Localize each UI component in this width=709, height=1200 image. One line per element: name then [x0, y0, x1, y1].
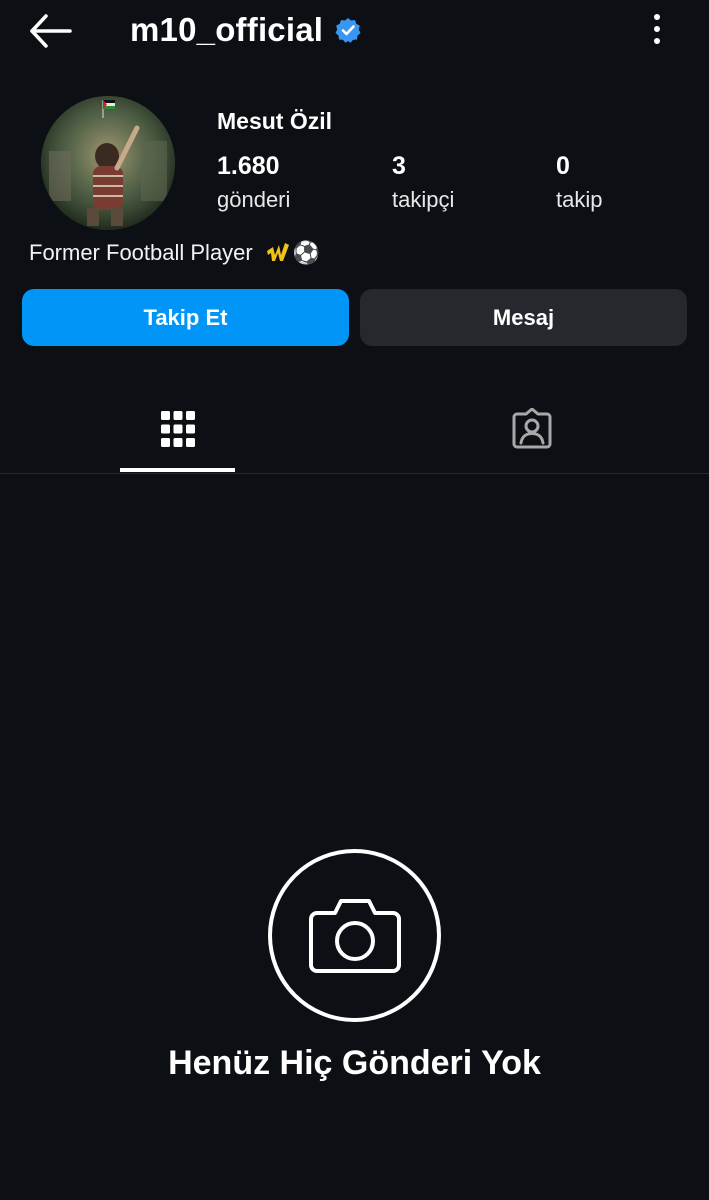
more-vertical-icon [654, 14, 660, 44]
stat-followers[interactable]: 3 takipçi [392, 152, 454, 213]
empty-state-title: Henüz Hiç Gönderi Yok [168, 1044, 541, 1082]
stat-following[interactable]: 0 takip [556, 152, 602, 213]
avatar-image [41, 96, 175, 230]
verified-badge-icon [335, 17, 361, 43]
m10-logo-icon [266, 243, 289, 261]
username: m10_official [130, 11, 324, 48]
following-count: 0 [556, 152, 570, 180]
more-options-button[interactable] [649, 12, 665, 46]
grid-icon [160, 410, 195, 447]
posts-count: 1.680 [217, 152, 280, 180]
tab-tagged[interactable] [354, 384, 709, 473]
followers-label: takipçi [392, 187, 455, 212]
back-button[interactable] [28, 12, 74, 50]
profile-page: m10_official Mesut Özil 1.680 gönderi 3 … [0, 0, 709, 1200]
display-name: Mesut Özil [217, 108, 333, 134]
empty-state-circle [268, 849, 441, 1022]
camera-icon [308, 898, 401, 973]
arrow-left-icon [30, 14, 72, 48]
stat-posts[interactable]: 1.680 gönderi [217, 152, 290, 213]
bio-emoji: ⚽ [265, 241, 320, 266]
profile-tabs [0, 384, 709, 474]
tab-posts-grid[interactable] [0, 384, 355, 473]
username-title: m10_official [130, 8, 361, 52]
bio: Former Football Player ⚽ [29, 240, 320, 266]
tagged-user-icon [512, 407, 551, 448]
top-bar: m10_official [0, 0, 709, 70]
follow-button[interactable]: Takip Et [22, 289, 349, 346]
active-tab-indicator [120, 468, 235, 472]
soccer-ball-icon: ⚽ [292, 240, 321, 266]
bio-text: Former Football Player [29, 240, 253, 265]
followers-count: 3 [392, 152, 406, 180]
following-label: takip [556, 187, 603, 212]
posts-label: gönderi [217, 187, 291, 212]
avatar[interactable] [41, 96, 175, 230]
message-button[interactable]: Mesaj [360, 289, 687, 346]
